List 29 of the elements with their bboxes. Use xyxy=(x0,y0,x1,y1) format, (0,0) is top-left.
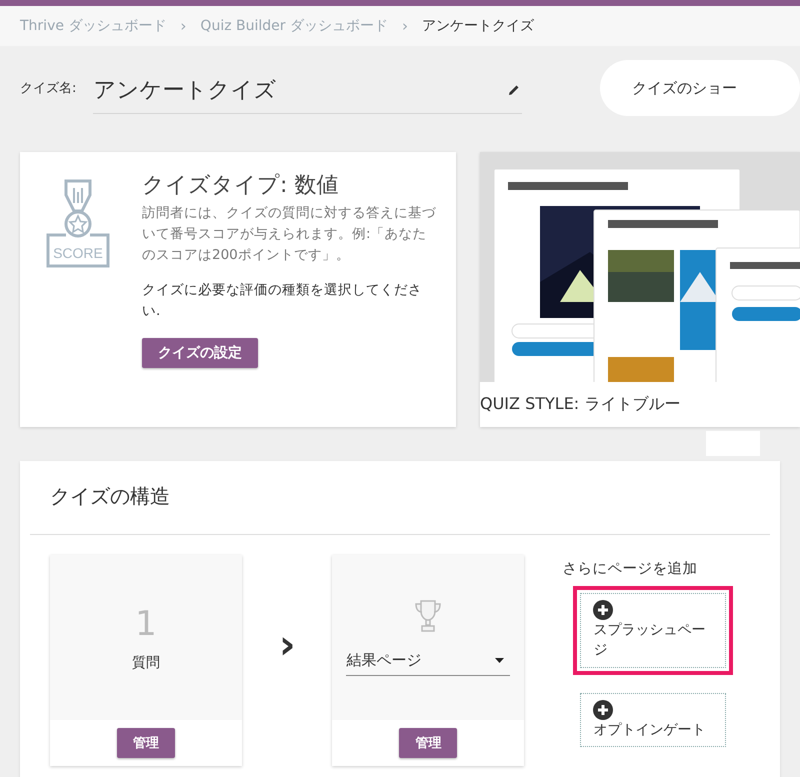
add-page-button[interactable]: スプラッシュページ xyxy=(580,593,726,668)
quiz-style-card[interactable]: QUIZ STYLE: ライトブルー xyxy=(480,152,800,427)
quiz-settings-button[interactable]: クイズの設定 xyxy=(142,338,258,368)
question-count: 1 xyxy=(135,604,157,644)
score-medal-icon xyxy=(46,178,110,268)
results-page-select[interactable]: 結果ページ xyxy=(346,645,510,676)
quiz-style-caption: QUIZ STYLE: ライトブルー xyxy=(480,393,682,415)
add-page-button[interactable]: オプトインゲート xyxy=(580,693,726,747)
dropdown-caret-icon xyxy=(495,658,504,662)
breadcrumb-separator: › xyxy=(402,17,408,35)
quiz-show-button[interactable]: クイズのショー xyxy=(600,60,800,116)
quiz-name-field[interactable]: アンケートクイズ xyxy=(93,66,522,114)
blank-panel xyxy=(706,431,760,456)
breadcrumb-separator: › xyxy=(180,17,186,35)
manage-button[interactable]: 管理 xyxy=(399,728,458,758)
quiz-type-prompt: クイズに必要な評価の種類を選択してください. xyxy=(142,281,423,321)
score-label: SCORE xyxy=(52,245,104,261)
quiz-type-title: クイズタイプ: 数値 xyxy=(142,172,338,200)
question-label: 質問 xyxy=(132,654,160,672)
structure-title: クイズの構造 xyxy=(49,483,171,510)
pencil-icon[interactable] xyxy=(508,84,520,96)
flow-arrow: › xyxy=(279,625,296,665)
plus-icon xyxy=(593,700,614,720)
quiz-type-description: 訪問者には、クイズの質問に対する答えに基づいて番号スコアが与えられます。例:「あなたのスコアは200ポイントです」。 xyxy=(142,204,436,265)
quiz-name-label: クイズ名: xyxy=(20,80,78,97)
manage-button[interactable]: 管理 xyxy=(117,728,175,758)
trophy-icon xyxy=(415,599,442,633)
plus-icon xyxy=(593,600,614,620)
add-pages-title: さらにページを追加 xyxy=(562,560,698,578)
